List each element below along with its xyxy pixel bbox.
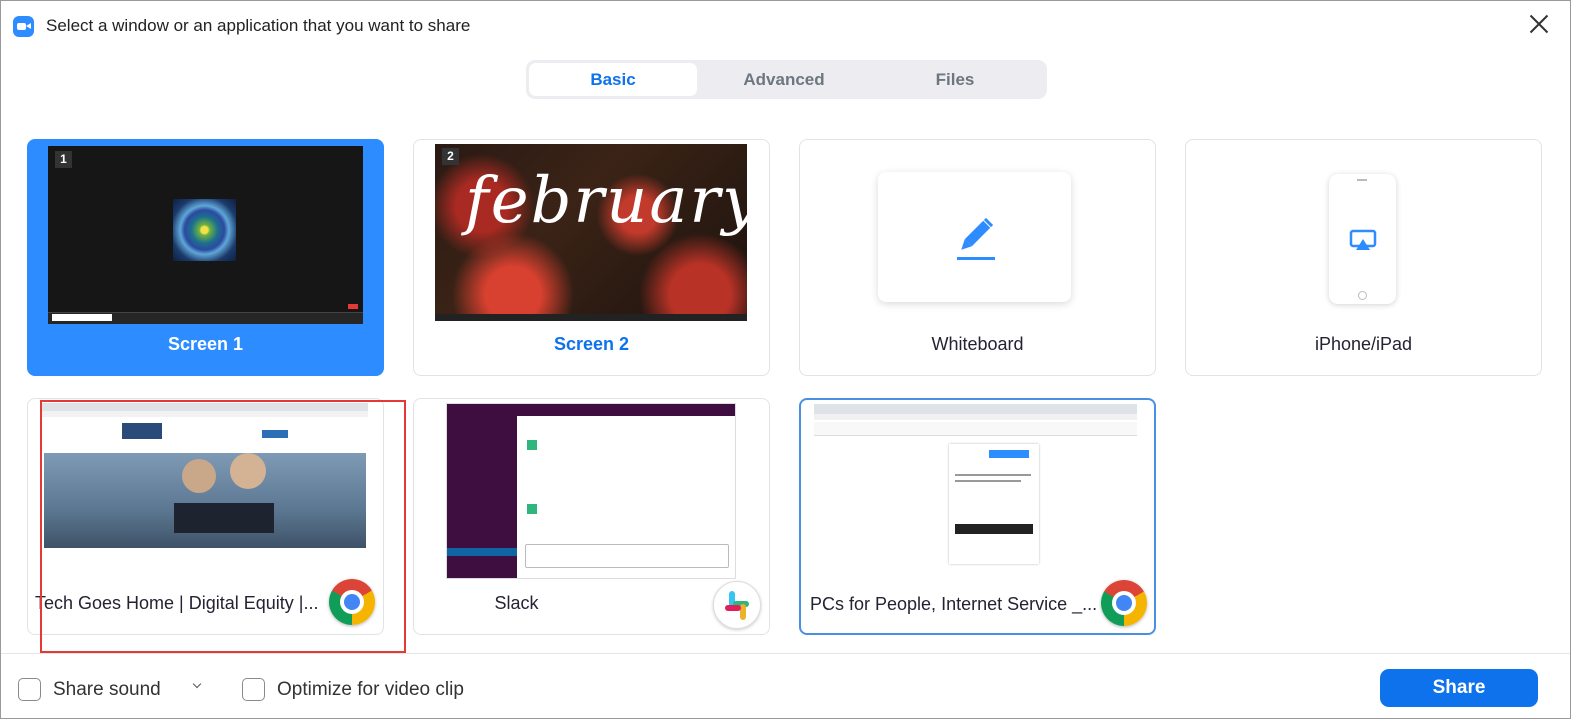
dialog-title: Select a window or an application that y… [46,16,471,35]
browser-toolbar [42,411,368,417]
title-bar: Select a window or an application that y… [1,1,1570,49]
slack-sidebar [447,416,517,578]
text-line [955,474,1031,476]
tab-files[interactable]: Files [871,63,1039,96]
phone-preview [1329,174,1396,304]
february-wallpaper-text: february [465,164,747,238]
tab-bar: Basic Advanced Files [526,60,1047,99]
taskbar-search [52,314,112,321]
tab-basic[interactable]: Basic [529,63,697,96]
home-button [1358,291,1367,300]
site-button [262,430,288,438]
site-hero-image [44,453,366,548]
tech-goes-home-thumbnail [42,403,368,581]
text-line [955,480,1021,482]
share-sound-checkbox[interactable] [18,678,41,701]
slack-icon [713,581,761,629]
share-sound-label[interactable]: Share sound [53,679,161,701]
docs-toolbar [814,422,1137,436]
tab-advanced[interactable]: Advanced [700,63,868,96]
embedded-image [955,524,1033,534]
tech-goes-home-label: Tech Goes Home | Digital Equity |... [35,593,319,613]
footer-bar: Share sound Optimize for video clip Shar… [1,653,1570,720]
screen-1-card[interactable]: 1 Screen 1 [27,139,384,376]
browser-toolbar [814,414,1137,420]
screen-1-preview-image [173,199,236,261]
slack-window-card[interactable]: Slack [413,398,770,635]
screen-1-label: Screen 1 [167,334,244,354]
airplay-icon [1349,229,1377,250]
leave-button-mini [348,304,358,309]
hero-child-face [182,459,216,493]
screen-number-badge: 1 [55,151,72,168]
slack-avatar [527,504,537,514]
tech-goes-home-window-card[interactable]: Tech Goes Home | Digital Equity |... [27,398,384,635]
hero-laptop [174,503,274,533]
share-screen-dialog: Select a window or an application that y… [0,0,1571,719]
site-logo [122,423,162,439]
close-icon[interactable] [1526,11,1552,37]
chrome-icon [1101,580,1147,626]
browser-tabs [814,404,1137,414]
whiteboard-label: Whiteboard [931,334,1024,354]
whiteboard-preview [878,172,1071,302]
taskbar [435,314,747,321]
chrome-icon [329,579,375,625]
optimize-video-checkbox[interactable] [242,678,265,701]
slack-thumbnail [446,403,736,579]
screen-2-thumbnail: february [435,144,747,321]
chevron-down-icon[interactable] [193,681,203,691]
share-button[interactable]: Share [1380,669,1538,707]
slack-message-box [525,544,729,568]
screen-number-badge: 2 [442,148,459,165]
pen-icon [957,217,995,260]
pcs-for-people-thumbnail [814,404,1137,578]
iphone-ipad-card[interactable]: iPhone/iPad [1185,139,1542,376]
slack-topbar [447,404,735,416]
browser-tabs [42,403,368,411]
slack-avatar [527,440,537,450]
slack-sidebar-selected [447,548,517,556]
zoom-logo-mini [989,450,1029,458]
phone-speaker [1357,179,1367,181]
pcs-for-people-window-card[interactable]: PCs for People, Internet Service _... [799,398,1156,635]
hero-child-face [230,453,266,489]
screen-2-card[interactable]: february 2 Screen 2 [413,139,770,376]
screen-2-label: Screen 2 [553,334,630,354]
zoom-app-icon [13,16,34,37]
pcs-for-people-label: PCs for People, Internet Service _... [810,594,1098,614]
slack-label: Slack [494,593,539,613]
document-page [949,444,1039,564]
screen-1-thumbnail [48,146,363,324]
iphone-ipad-label: iPhone/iPad [1314,334,1413,354]
optimize-video-label[interactable]: Optimize for video clip [277,679,464,701]
whiteboard-card[interactable]: Whiteboard [799,139,1156,376]
